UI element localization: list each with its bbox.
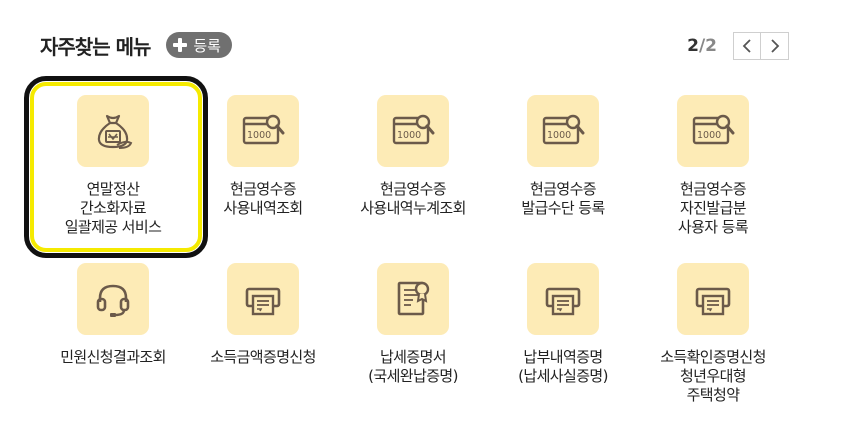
- menu-item-label: 소득금액증명신청: [210, 348, 316, 366]
- menu-item-payment-history-certificate[interactable]: 납부내역증명 (납세사실증명): [488, 263, 638, 386]
- menu-icon-box: 1000: [677, 95, 749, 167]
- chevron-right-icon: [770, 39, 779, 53]
- section-title: 자주찾는 메뉴: [40, 34, 151, 59]
- menu-icon-box: [377, 263, 449, 335]
- printer-icon: [245, 287, 281, 316]
- printer-icon: [545, 287, 581, 316]
- certificate-icon: [397, 281, 430, 316]
- page-indicator: 2/2: [687, 36, 717, 56]
- svg-text:1000: 1000: [697, 130, 721, 141]
- menu-item-label: 현금영수증 발급수단 등록: [521, 180, 605, 217]
- receipt-search-icon: 1000: [242, 114, 285, 145]
- svg-text:1000: 1000: [247, 130, 271, 141]
- receipt-search-icon: 1000: [542, 114, 585, 145]
- menu-item-label: 납세증명서 (국세완납증명): [368, 348, 458, 385]
- menu-item-label: 현금영수증 자진발급분 사용자 등록: [677, 180, 749, 236]
- menu-icon-box: 1000: [527, 95, 599, 167]
- menu-item-tax-payment-certificate[interactable]: 납세증명서 (국세완납증명): [338, 263, 488, 386]
- menu-item-cash-receipt-cumulative[interactable]: 1000 현금영수증 사용내역누계조회: [338, 95, 488, 218]
- chevron-left-icon: [742, 39, 751, 53]
- pager: 2/2: [687, 32, 789, 60]
- menu-item-youth-income-certificate[interactable]: 소득확인증명신청 청년우대형 주택청약: [638, 263, 788, 405]
- receipt-search-icon: 1000: [692, 114, 735, 145]
- printer-icon: [695, 287, 731, 316]
- money-bag-icon: [97, 114, 133, 149]
- menu-item-cash-receipt-self-issue[interactable]: 1000 현금영수증 자진발급분 사용자 등록: [638, 95, 788, 237]
- menu-item-year-end-tax[interactable]: 연말정산 간소화자료 일괄제공 서비스: [38, 95, 188, 237]
- menu-item-label: 소득확인증명신청 청년우대형 주택청약: [660, 348, 766, 404]
- register-label: 등록: [193, 36, 221, 55]
- menu-icon-box: [77, 95, 149, 167]
- svg-text:1000: 1000: [547, 130, 571, 141]
- next-page-button[interactable]: [761, 32, 789, 60]
- menu-item-income-certificate[interactable]: 소득금액증명신청: [188, 263, 338, 367]
- menu-icon-box: [77, 263, 149, 335]
- menu-item-label: 현금영수증 사용내역누계조회: [360, 180, 466, 217]
- menu-icon-box: 1000: [377, 95, 449, 167]
- headset-icon: [96, 284, 130, 317]
- menu-icon-box: [527, 263, 599, 335]
- menu-item-label: 납부내역증명 (납세사실증명): [518, 348, 608, 385]
- menu-item-complaint-result[interactable]: 민원신청결과조회: [38, 263, 188, 367]
- receipt-search-icon: 1000: [392, 114, 435, 145]
- menu-item-cash-receipt-method[interactable]: 1000 현금영수증 발급수단 등록: [488, 95, 638, 218]
- menu-icon-box: 1000: [227, 95, 299, 167]
- menu-icon-box: [677, 263, 749, 335]
- menu-item-cash-receipt-history[interactable]: 1000 현금영수증 사용내역조회: [188, 95, 338, 218]
- prev-page-button[interactable]: [733, 32, 761, 60]
- plus-icon: [173, 38, 188, 52]
- menu-item-label: 연말정산 간소화자료 일괄제공 서비스: [64, 180, 162, 236]
- menu-item-label: 민원신청결과조회: [60, 348, 166, 366]
- menu-item-label: 현금영수증 사용내역조회: [223, 180, 303, 217]
- page-current: 2: [687, 36, 699, 56]
- svg-text:1000: 1000: [397, 130, 421, 141]
- page-total: 2: [705, 36, 717, 56]
- register-button[interactable]: 등록: [166, 32, 232, 58]
- menu-header: 자주찾는 메뉴 등록: [40, 30, 232, 60]
- menu-icon-box: [227, 263, 299, 335]
